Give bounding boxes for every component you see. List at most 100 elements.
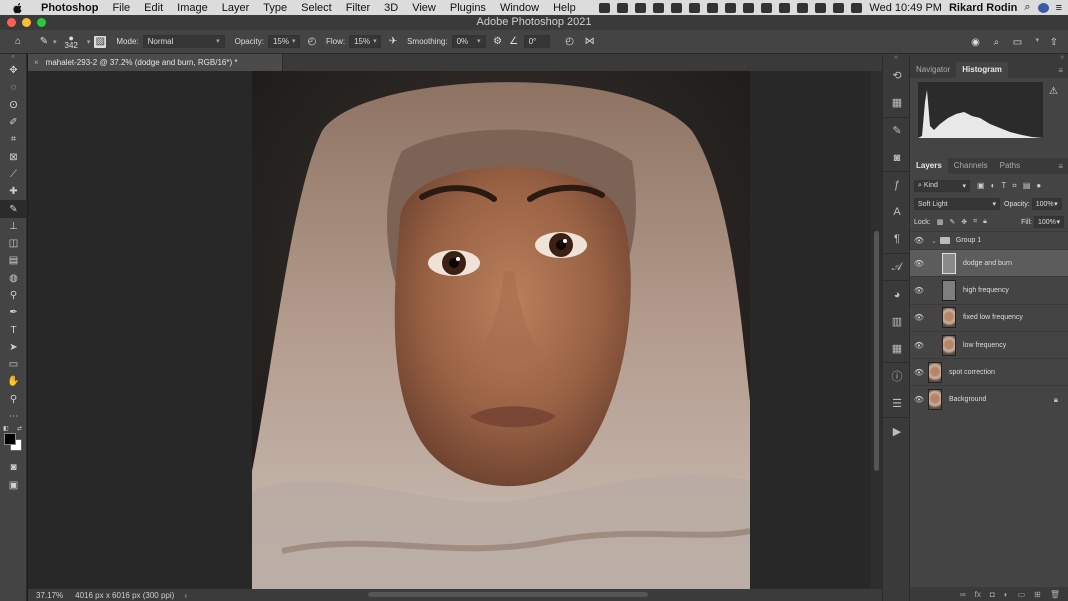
brush-tool-icon[interactable]: ✎: [38, 36, 50, 48]
camera-icon[interactable]: [599, 2, 611, 13]
menu-select[interactable]: Select: [294, 2, 339, 14]
layer-high-frequency[interactable]: 👁︎ high frequency: [910, 276, 1068, 303]
menubar-datetime[interactable]: Wed 10:49 PM: [869, 2, 942, 14]
dropbox-icon[interactable]: [617, 2, 629, 13]
menu-edit[interactable]: Edit: [137, 2, 170, 14]
airplay-icon[interactable]: [833, 2, 845, 13]
pressure-opacity-icon[interactable]: ◴: [306, 36, 318, 48]
vertical-scroll-thumb[interactable]: [874, 231, 879, 471]
eye-icon[interactable]: 👁︎: [910, 313, 928, 322]
dodge-tool-icon[interactable]: ⚲: [0, 287, 27, 304]
layer-group[interactable]: 👁︎ ⌄ Group 1: [910, 231, 1068, 249]
smoothing-input[interactable]: 0% ▾: [451, 35, 486, 48]
zoom-tool-icon[interactable]: ⚲: [0, 391, 27, 408]
clone-source-panel-icon[interactable]: ◙: [883, 144, 911, 171]
wifi-icon[interactable]: [851, 2, 863, 13]
add-mask-icon[interactable]: ◘: [990, 590, 995, 599]
properties-panel-icon[interactable]: ▥: [883, 308, 911, 335]
panel-menu-icon[interactable]: ≡: [1058, 66, 1063, 75]
record-icon[interactable]: [653, 2, 665, 13]
blur-tool-icon[interactable]: ◍: [0, 270, 27, 287]
zoom-window-button[interactable]: [37, 18, 46, 27]
layer-low-frequency[interactable]: 👁︎ low frequency: [910, 330, 1068, 358]
eye-icon[interactable]: 👁︎: [910, 341, 928, 350]
layer-thumbnail[interactable]: [942, 279, 956, 301]
new-layer-icon[interactable]: ⊞: [1034, 590, 1041, 599]
spotlight-search-icon[interactable]: ⌕: [1024, 1, 1030, 14]
eye-icon[interactable]: 👁︎: [910, 259, 928, 268]
home-icon[interactable]: ⌂: [12, 36, 24, 48]
blend-mode-dropdown[interactable]: Soft Light ▾: [914, 198, 1000, 210]
brush-preset-picker[interactable]: ● 342: [65, 33, 78, 49]
eye-icon[interactable]: 👁︎: [910, 395, 928, 404]
cache-warning-icon[interactable]: ⚠: [1049, 86, 1058, 97]
smart-object-filter-icon[interactable]: ▤: [1023, 181, 1031, 191]
type-tool-icon[interactable]: T: [0, 321, 27, 338]
link-layers-icon[interactable]: ∞: [960, 590, 966, 599]
adjustments-panel-icon[interactable]: ☰: [883, 390, 911, 417]
screen-icon[interactable]: [671, 2, 683, 13]
foreground-color-swatch[interactable]: [4, 433, 16, 446]
menubar-user[interactable]: Rikard Rodin: [949, 2, 1017, 14]
pressure-size-icon[interactable]: ◴: [564, 36, 576, 48]
eraser-tool-icon[interactable]: ◫: [0, 235, 27, 252]
layer-dodge-and-burn[interactable]: 👁︎ dodge and burn: [910, 249, 1068, 277]
glyphs-panel-icon[interactable]: 𝒜: [883, 253, 911, 280]
paragraph-panel-icon[interactable]: ¶: [883, 226, 911, 253]
menu-window[interactable]: Window: [493, 2, 546, 14]
close-icon[interactable]: ×: [34, 58, 39, 67]
pen-tool-icon[interactable]: ✒: [0, 304, 27, 321]
clone-stamp-tool-icon[interactable]: ⊥: [0, 218, 27, 235]
minimize-window-button[interactable]: [22, 18, 31, 27]
layer-spot-correction[interactable]: 👁︎ spot correction: [910, 358, 1068, 385]
swatches-panel-icon[interactable]: ▦: [883, 89, 911, 116]
quick-select-tool-icon[interactable]: ✐: [0, 114, 27, 131]
lock-all-icon[interactable]: 🔒︎: [983, 218, 987, 226]
menu-3d[interactable]: 3D: [377, 2, 405, 14]
crop-tool-icon[interactable]: ⌗: [0, 131, 27, 148]
fill-input[interactable]: 100% ▾: [1034, 216, 1064, 228]
layer-opacity-input[interactable]: 100% ▾: [1031, 198, 1062, 210]
status-menu-chevron-icon[interactable]: ›: [184, 591, 187, 600]
brush-tool-icon[interactable]: ✎: [0, 200, 27, 218]
document-tab[interactable]: × mahalet-293-2 @ 37.2% (dodge and burn,…: [28, 54, 283, 71]
share-icon[interactable]: ⇧: [1048, 36, 1060, 48]
lock-status-icon[interactable]: [743, 2, 755, 13]
angle-input[interactable]: 0°: [523, 35, 550, 48]
tab-layers[interactable]: Layers: [910, 158, 948, 174]
menu-file[interactable]: File: [105, 2, 137, 14]
search-icon[interactable]: ⌕: [990, 36, 1002, 48]
lock-artboard-icon[interactable]: ⌗: [973, 218, 977, 226]
layers-panel-menu-icon[interactable]: ≡: [1058, 162, 1063, 171]
tool-preset-chevron-icon[interactable]: ▾: [53, 38, 57, 46]
zoom-level[interactable]: 37.17%: [36, 591, 63, 600]
display-icon[interactable]: [689, 2, 701, 13]
move-tool-icon[interactable]: ✥: [0, 62, 27, 79]
horizontal-scroll-thumb[interactable]: [368, 592, 648, 597]
actions-panel-icon[interactable]: ƒ: [883, 171, 911, 198]
lock-pixels-icon[interactable]: ✎: [949, 218, 955, 226]
marquee-tool-icon[interactable]: ◌: [0, 79, 27, 96]
symmetry-icon[interactable]: ⋈: [584, 36, 596, 48]
creative-cloud-icon[interactable]: [635, 2, 647, 13]
chevron-down-icon[interactable]: ⌄: [931, 237, 937, 245]
frame-tool-icon[interactable]: ⊠: [0, 148, 27, 165]
workspace-chevron-icon[interactable]: ▾: [1035, 36, 1039, 48]
quick-mask-icon[interactable]: ◙: [0, 459, 27, 476]
adjustment-filter-icon[interactable]: ◐: [991, 181, 996, 191]
layer-background[interactable]: 👁︎ Background 🔒︎: [910, 385, 1068, 412]
airbrush-icon[interactable]: ✈: [387, 36, 399, 48]
default-colors-icon[interactable]: ◧: [3, 425, 9, 432]
menu-image[interactable]: Image: [170, 2, 215, 14]
menu-app-name[interactable]: Photoshop: [34, 2, 105, 14]
layer-thumbnail[interactable]: [942, 307, 956, 329]
workspace-icon[interactable]: ▭: [1011, 36, 1023, 48]
tab-paths[interactable]: Paths: [994, 158, 1026, 174]
bookmark-icon[interactable]: [725, 2, 737, 13]
eyedropper-tool-icon[interactable]: ⟋: [0, 166, 27, 183]
brushes-panel-icon[interactable]: ✎: [883, 116, 911, 144]
more-tools-icon[interactable]: ⋯: [0, 408, 27, 425]
rectangle-tool-icon[interactable]: ▭: [0, 356, 27, 373]
trash-icon[interactable]: 🗑︎: [1050, 590, 1060, 599]
brush-settings-icon[interactable]: ▨: [94, 35, 107, 48]
